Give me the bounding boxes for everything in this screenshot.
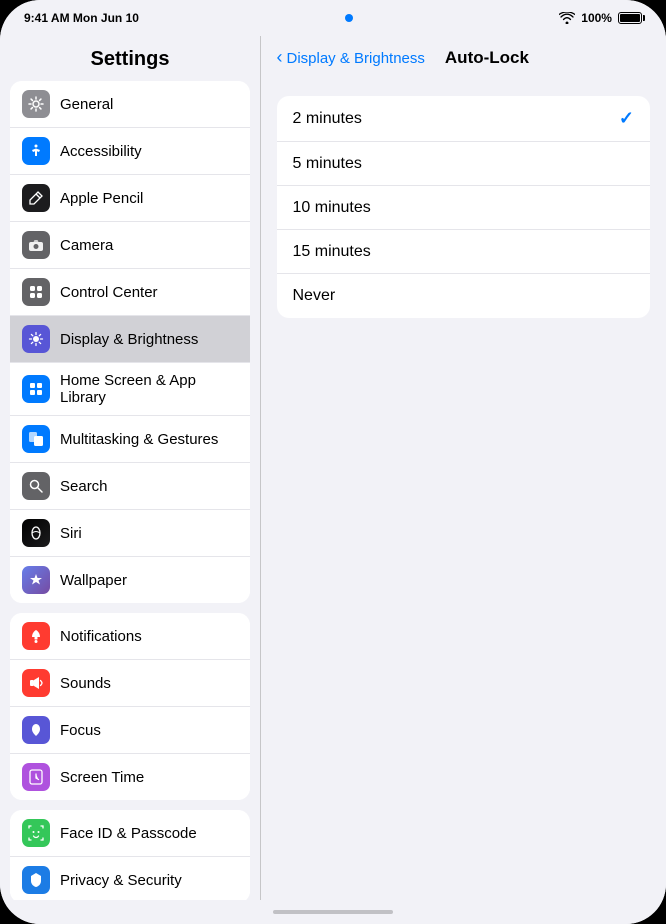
right-header: ‹ Display & Brightness Auto-Lock — [261, 36, 666, 80]
sidebar: Settings General — [0, 36, 260, 900]
sidebar-item-siri[interactable]: Siri — [10, 510, 250, 557]
home-screen-label: Home Screen & App Library — [60, 372, 238, 406]
main-layout: Settings General — [0, 36, 666, 900]
option-2min[interactable]: 2 minutes ✓ — [277, 96, 651, 142]
sidebar-item-wallpaper[interactable]: Wallpaper — [10, 557, 250, 603]
sounds-icon — [22, 669, 50, 697]
sidebar-content: General Accessibility — [0, 81, 260, 900]
sidebar-item-face-id[interactable]: Face ID & Passcode — [10, 810, 250, 857]
option-5min[interactable]: 5 minutes — [277, 142, 651, 186]
sidebar-item-control-center[interactable]: Control Center — [10, 269, 250, 316]
option-15min-label: 15 minutes — [293, 243, 371, 261]
battery-percentage: 100% — [581, 11, 612, 25]
sidebar-item-general[interactable]: General — [10, 81, 250, 128]
accessibility-icon — [22, 137, 50, 165]
status-time-date: 9:41 AM Mon Jun 10 — [24, 11, 139, 25]
option-10min[interactable]: 10 minutes — [277, 186, 651, 230]
settings-group-3: Face ID & Passcode Privacy & Security — [10, 810, 250, 900]
option-5min-label: 5 minutes — [293, 155, 362, 173]
apple-pencil-label: Apple Pencil — [60, 190, 143, 207]
multitasking-label: Multitasking & Gestures — [60, 431, 218, 448]
search-label: Search — [60, 478, 108, 495]
screen-time-icon — [22, 763, 50, 791]
general-icon — [22, 90, 50, 118]
home-indicator — [0, 900, 666, 924]
general-label: General — [60, 96, 113, 113]
accessibility-label: Accessibility — [60, 143, 142, 160]
notifications-label: Notifications — [60, 628, 142, 645]
sidebar-title: Settings — [0, 36, 260, 81]
sidebar-item-focus[interactable]: Focus — [10, 707, 250, 754]
option-2min-checkmark: ✓ — [619, 108, 634, 129]
battery-fill — [620, 14, 640, 22]
notifications-icon — [22, 622, 50, 650]
sidebar-item-accessibility[interactable]: Accessibility — [10, 128, 250, 175]
option-15min[interactable]: 15 minutes — [277, 230, 651, 274]
battery-icon — [618, 12, 642, 24]
camera-icon — [22, 231, 50, 259]
focus-icon — [22, 716, 50, 744]
control-center-label: Control Center — [60, 284, 158, 301]
siri-label: Siri — [60, 525, 82, 542]
status-bar: 9:41 AM Mon Jun 10 100% — [0, 0, 666, 36]
wifi-icon — [559, 12, 575, 24]
sidebar-item-privacy[interactable]: Privacy & Security — [10, 857, 250, 900]
back-label[interactable]: Display & Brightness — [287, 50, 425, 67]
sounds-label: Sounds — [60, 675, 111, 692]
back-button[interactable]: ‹ Display & Brightness — [277, 48, 425, 68]
status-center-dot — [345, 14, 353, 22]
wallpaper-icon — [22, 566, 50, 594]
face-id-label: Face ID & Passcode — [60, 825, 197, 842]
sidebar-item-apple-pencil[interactable]: Apple Pencil — [10, 175, 250, 222]
privacy-label: Privacy & Security — [60, 872, 182, 889]
sidebar-item-multitasking[interactable]: Multitasking & Gestures — [10, 416, 250, 463]
option-2min-label: 2 minutes — [293, 110, 362, 128]
display-brightness-icon — [22, 325, 50, 353]
option-never[interactable]: Never — [277, 274, 651, 318]
device-frame: 9:41 AM Mon Jun 10 100% Settings — [0, 0, 666, 924]
face-id-icon — [22, 819, 50, 847]
home-screen-icon — [22, 375, 50, 403]
right-panel: ‹ Display & Brightness Auto-Lock 2 minut… — [261, 36, 666, 900]
apple-pencil-icon — [22, 184, 50, 212]
sidebar-item-search[interactable]: Search — [10, 463, 250, 510]
siri-icon — [22, 519, 50, 547]
wallpaper-label: Wallpaper — [60, 572, 127, 589]
auto-lock-options: 2 minutes ✓ 5 minutes 10 minutes 15 minu… — [277, 96, 651, 318]
settings-group-2: Notifications Sounds — [10, 613, 250, 800]
sidebar-item-notifications[interactable]: Notifications — [10, 613, 250, 660]
privacy-icon — [22, 866, 50, 894]
screen-time-label: Screen Time — [60, 769, 144, 786]
option-10min-label: 10 minutes — [293, 199, 371, 217]
status-right: 100% — [559, 11, 642, 25]
focus-label: Focus — [60, 722, 101, 739]
sidebar-item-screen-time[interactable]: Screen Time — [10, 754, 250, 800]
control-center-icon — [22, 278, 50, 306]
back-chevron-icon: ‹ — [277, 47, 283, 68]
sidebar-item-display-brightness[interactable]: Display & Brightness — [10, 316, 250, 363]
sidebar-item-home-screen[interactable]: Home Screen & App Library — [10, 363, 250, 416]
home-indicator-bar — [273, 910, 393, 914]
right-content: 2 minutes ✓ 5 minutes 10 minutes 15 minu… — [261, 80, 666, 900]
sidebar-item-camera[interactable]: Camera — [10, 222, 250, 269]
settings-group-1: General Accessibility — [10, 81, 250, 603]
multitasking-icon — [22, 425, 50, 453]
search-icon — [22, 472, 50, 500]
camera-label: Camera — [60, 237, 113, 254]
display-brightness-label: Display & Brightness — [60, 331, 198, 348]
option-never-label: Never — [293, 287, 336, 305]
right-panel-title: Auto-Lock — [445, 48, 529, 68]
sidebar-item-sounds[interactable]: Sounds — [10, 660, 250, 707]
